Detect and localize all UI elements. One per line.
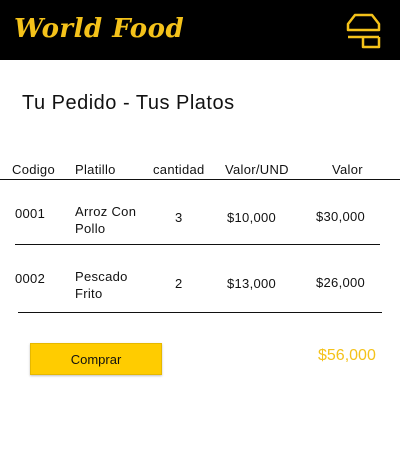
row-platillo: Arroz Con Pollo — [75, 204, 137, 236]
row-codigo: 0001 — [15, 206, 46, 221]
column-header-platillo: Platillo — [75, 162, 116, 177]
row-codigo: 0002 — [15, 271, 46, 286]
row-valor-und: $13,000 — [227, 276, 277, 291]
app-header: World Food — [0, 0, 400, 60]
row-valor: $30,000 — [316, 209, 366, 224]
row-cantidad: 2 — [175, 276, 183, 291]
row-divider — [18, 312, 382, 313]
menu-icon[interactable] — [343, 10, 385, 52]
page-title: Tu Pedido - Tus Platos — [22, 92, 235, 114]
column-header-valor-und: Valor/UND — [225, 162, 289, 177]
brand-logo[interactable]: World Food — [14, 14, 184, 44]
column-header-cantidad: cantidad — [153, 162, 205, 177]
column-header-valor: Valor — [332, 162, 363, 177]
header-divider — [0, 179, 400, 180]
buy-button[interactable]: Comprar — [30, 343, 162, 375]
row-cantidad: 3 — [175, 210, 183, 225]
order-total: $56,000 — [318, 347, 376, 364]
row-valor-und: $10,000 — [227, 210, 277, 225]
row-valor: $26,000 — [316, 275, 366, 290]
row-platillo: Pescado Frito — [75, 269, 128, 301]
column-header-codigo: Codigo — [12, 162, 55, 177]
row-divider — [15, 244, 380, 245]
